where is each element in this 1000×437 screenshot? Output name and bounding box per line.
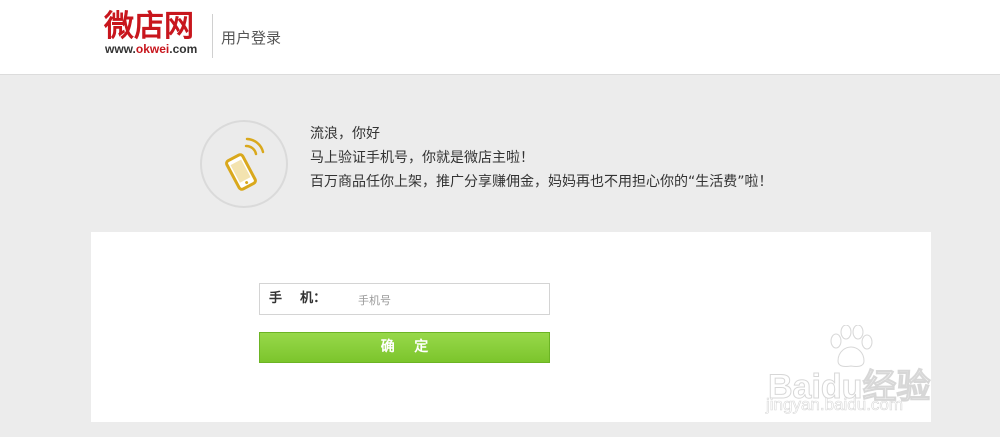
header: 微店网 www.okwei.com 用户登录 <box>0 0 1000 75</box>
okwei-logo[interactable]: 微店网 www.okwei.com <box>104 8 212 64</box>
confirm-button[interactable]: 确 定 <box>259 332 550 363</box>
page-title: 用户登录 <box>221 29 282 47</box>
mobile-phone-icon <box>200 120 288 208</box>
logo-url: www.okwei.com <box>105 42 197 56</box>
logo-text: 微店网 <box>104 9 194 44</box>
baidu-jingyan-watermark: Baidu经验 jingyan.baidu.com <box>760 325 960 425</box>
greeting-line-name: 流浪，你好 <box>310 126 380 142</box>
greeting-line-verify: 马上验证手机号，你就是微店主啦！ <box>310 150 534 166</box>
greeting-line-promo: 百万商品任你上架，推广分享赚佣金，妈妈再也不用担心你的“生活费”啦！ <box>310 174 773 190</box>
greeting-text: 流浪，你好 马上验证手机号，你就是微店主啦！ 百万商品任你上架，推广分享赚佣金，… <box>310 122 773 194</box>
phone-field[interactable]: 手 机： <box>259 283 550 315</box>
logo-url-prefix: www. <box>105 42 136 56</box>
header-divider <box>212 14 213 58</box>
watermark-url: jingyan.baidu.com <box>766 395 904 415</box>
logo-url-suffix: .com <box>169 42 198 56</box>
phone-input[interactable] <box>358 290 538 310</box>
phone-label: 手 机： <box>269 291 327 306</box>
logo-url-brand: okwei <box>135 42 170 56</box>
